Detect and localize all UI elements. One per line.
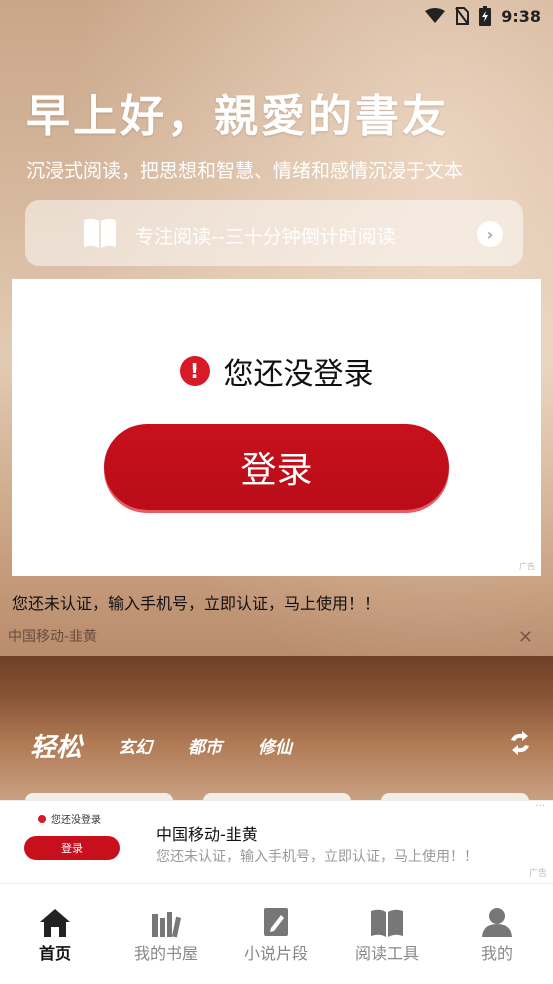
- nav-item-profile[interactable]: 我的: [447, 904, 547, 964]
- nav-item-bookshelf[interactable]: 我的书屋: [116, 904, 216, 964]
- thumb-warning-text: 您还没登录: [51, 815, 101, 826]
- greeting-subtitle: 沉浸式阅读，把思想和智慧、情绪和感情沉浸于文本: [26, 160, 464, 182]
- greeting-title: 早上好，親愛的書友: [26, 91, 449, 142]
- nav-item-snippets[interactable]: 小说片段: [226, 904, 326, 964]
- nav-item-reading-tools[interactable]: 阅读工具: [337, 904, 437, 964]
- user-icon: [482, 908, 512, 937]
- tab-cultivation[interactable]: 修仙: [258, 733, 292, 758]
- thumb-login-button: 登录: [24, 836, 120, 860]
- battery-icon: [479, 6, 492, 26]
- banner-ad-description: 您还未认证，输入手机号，立即认证，马上使用！！: [156, 849, 478, 865]
- banner-ad[interactable]: ··· 您还没登录 登录 中国移动-韭黄 您还未认证，输入手机号，立即认证，马上…: [0, 800, 553, 883]
- home-icon: [40, 909, 70, 937]
- ad-tag: 广告: [528, 869, 547, 879]
- nav-label: 我的书屋: [133, 944, 198, 963]
- verify-notice: 您还未认证，输入手机号，立即认证，马上使用！！: [12, 594, 381, 613]
- nav-item-home[interactable]: 首页: [5, 904, 105, 964]
- login-warning: ! 您还没登录: [12, 349, 541, 393]
- refresh-icon[interactable]: [507, 730, 533, 756]
- book-icon: [84, 218, 116, 248]
- carrier-notice: 中国移动-韭黄: [8, 629, 98, 645]
- open-book-icon: [371, 909, 403, 937]
- nav-label: 小说片段: [243, 944, 308, 963]
- nav-label: 我的: [480, 944, 513, 963]
- banner-ad-title: 中国移动-韭黄: [156, 825, 258, 844]
- status-bar: 9:38: [0, 0, 553, 32]
- status-time: 9:38: [501, 6, 541, 26]
- tab-fantasy[interactable]: 玄幻: [118, 733, 152, 758]
- more-icon[interactable]: ···: [535, 801, 545, 812]
- focus-reading-button[interactable]: 专注阅读--三十分钟倒计时阅读 ›: [25, 200, 523, 266]
- exclamation-icon: [38, 814, 46, 823]
- note-pen-icon: [264, 908, 288, 936]
- chevron-right-icon: ›: [477, 221, 503, 247]
- ad-tag: 广告: [519, 562, 535, 571]
- login-ad-panel[interactable]: ! 您还没登录 登录 广告: [12, 279, 541, 576]
- close-icon[interactable]: ✕: [518, 627, 533, 648]
- focus-reading-label: 专注阅读--三十分钟倒计时阅读: [135, 226, 396, 248]
- exclamation-icon: !: [179, 356, 210, 386]
- login-warning-text: 您还没登录: [223, 357, 374, 392]
- tab-urban[interactable]: 都市: [188, 733, 222, 758]
- category-tabs: 轻松 玄幻 都市 修仙: [30, 727, 292, 764]
- bottom-nav: 首页 我的书屋 小说片段 阅读工具 我的: [0, 883, 553, 984]
- bookshelf-icon: [152, 912, 182, 938]
- nav-label: 阅读工具: [354, 944, 419, 963]
- tab-relaxed[interactable]: 轻松: [30, 727, 82, 764]
- banner-ad-thumbnail: 您还没登录 登录: [24, 811, 136, 871]
- nav-label: 首页: [38, 944, 71, 963]
- wifi-icon: [425, 8, 446, 23]
- login-button[interactable]: 登录: [104, 424, 449, 510]
- no-sim-icon: [455, 7, 470, 25]
